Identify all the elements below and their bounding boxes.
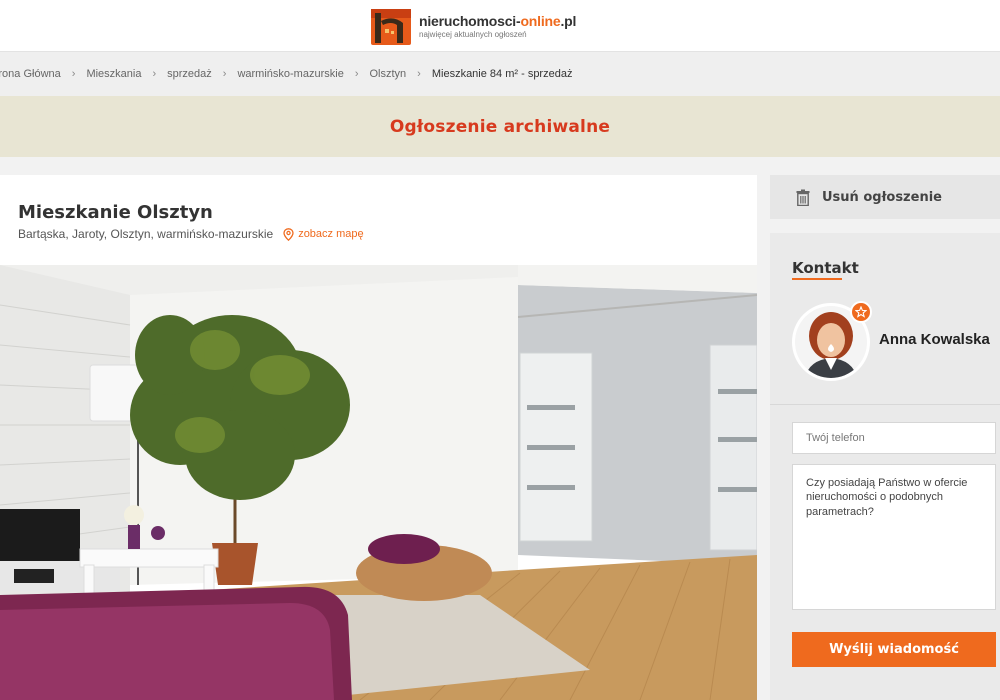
trash-icon [796, 189, 810, 206]
breadcrumb-mieszkania[interactable]: Mieszkania [86, 68, 141, 80]
breadcrumb-city[interactable]: Olsztyn [369, 68, 406, 80]
archive-notice-bar: Ogłoszenie archiwalne [0, 96, 1000, 157]
logo-wordmark: nieruchomosci-online.pl [419, 14, 576, 28]
listing-card: Mieszkanie Olsztyn Bartąska, Jaroty, Ols… [0, 175, 757, 700]
contact-heading-underline [792, 278, 842, 280]
breadcrumb: Strona Główna › Mieszkania › sprzedaż › … [0, 52, 1000, 96]
breadcrumb-home[interactable]: Strona Główna [0, 68, 61, 80]
chevron-right-icon: › [354, 68, 359, 80]
site-logo[interactable]: nieruchomosci-online.pl najwięcej aktual… [369, 4, 576, 48]
star-icon [850, 301, 872, 323]
logo-name-main: nieruchomosci- [419, 12, 521, 29]
send-message-button[interactable]: Wyślij wiadomość [792, 632, 996, 667]
listing-title: Mieszkanie Olsztyn [18, 202, 213, 223]
agent-name: Anna Kowalska [879, 331, 990, 348]
contact-heading: Kontakt [792, 259, 859, 277]
phone-input[interactable] [792, 422, 996, 454]
top-bar: nieruchomosci-online.pl najwięcej aktual… [0, 0, 1000, 52]
listing-location: Bartąska, Jaroty, Olsztyn, warmińsko-maz… [18, 227, 364, 241]
logo-icon [371, 9, 411, 45]
agent-avatar-wrap [792, 301, 872, 381]
breadcrumb-sprzedaz[interactable]: sprzedaż [167, 68, 212, 80]
breadcrumb-current: Mieszkanie 84 m² - sprzedaż [431, 68, 573, 80]
location-text: Bartąska, Jaroty, Olsztyn, warmińsko-maz… [18, 227, 274, 241]
map-link[interactable]: zobacz mapę [283, 227, 364, 241]
breadcrumb-region[interactable]: warmińsko-mazurskie [237, 68, 343, 80]
archive-notice-text: Ogłoszenie archiwalne [389, 116, 611, 137]
delete-listing-label: Usuń ogłoszenie [822, 189, 942, 205]
contact-divider [770, 404, 1000, 405]
logo-name-accent: online [520, 12, 561, 29]
map-link-label: zobacz mapę [298, 228, 364, 240]
chevron-right-icon: › [417, 68, 421, 80]
apartment-photo[interactable] [0, 265, 757, 700]
map-pin-icon [283, 227, 294, 241]
chevron-right-icon: › [152, 68, 157, 80]
chevron-right-icon: › [222, 68, 227, 80]
chevron-right-icon: › [71, 68, 76, 80]
delete-listing-button[interactable]: Usuń ogłoszenie [770, 175, 1000, 219]
message-textarea[interactable]: Czy posiadają Państwo w ofercie nierucho… [792, 464, 996, 610]
contact-panel: Kontakt Anna Kowalska C [770, 233, 1000, 700]
logo-tagline: najwięcej aktualnych ogłoszeń [419, 29, 527, 39]
logo-name-tld: .pl [560, 12, 577, 29]
